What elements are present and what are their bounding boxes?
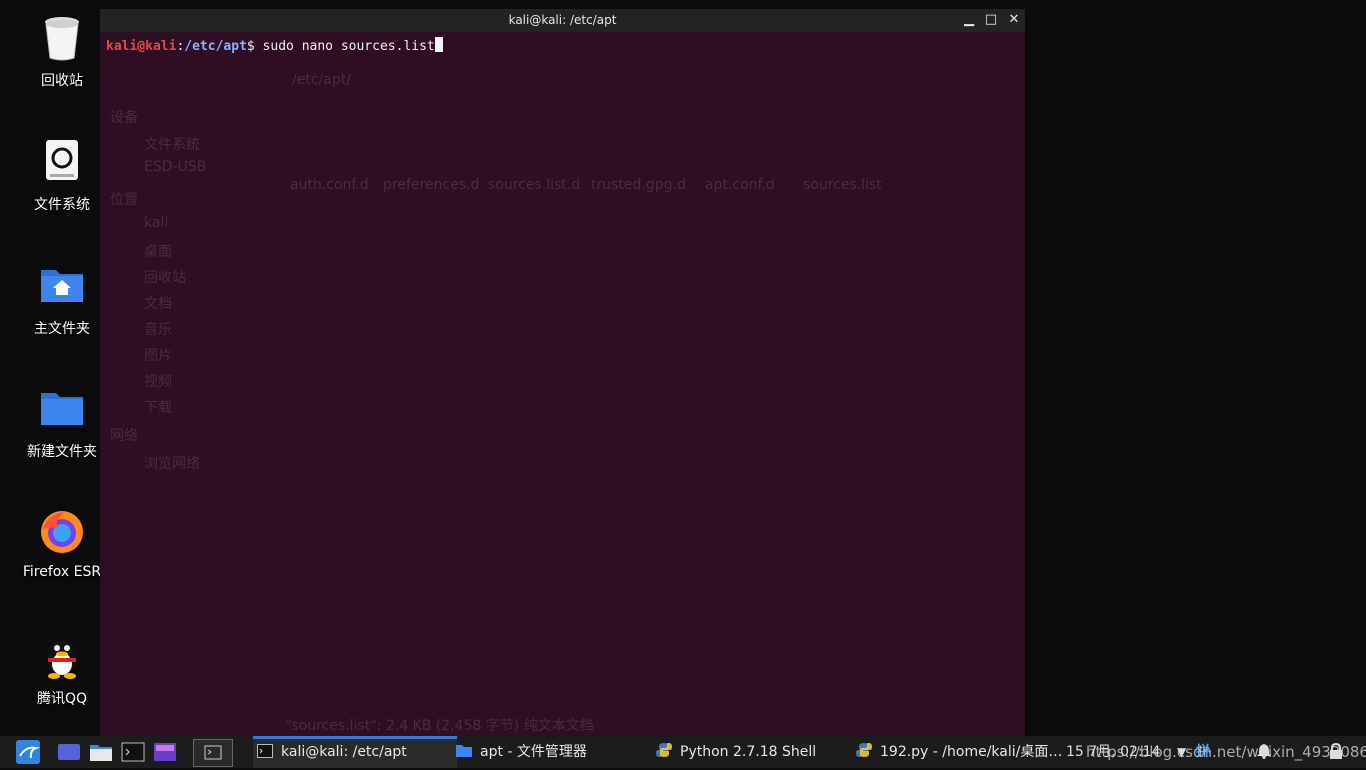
ghost-file: preferences.d — [383, 177, 480, 193]
folder-icon — [38, 385, 86, 433]
task-label: apt - 文件管理器 — [480, 744, 587, 760]
clock[interactable]: 15 7月, 02:14 — [1066, 736, 1160, 768]
prompt-symbol: $ — [246, 39, 255, 54]
terminal-titlebar[interactable]: kali@kali: /etc/apt ▁ □ ✕ — [100, 9, 1025, 32]
desktop-icon-new-folder[interactable]: 新建文件夹 — [14, 385, 110, 461]
filesystem-icon — [38, 138, 86, 186]
desktop-icon-label: 主文件夹 — [34, 321, 90, 337]
maximize-button[interactable]: □ — [982, 11, 1000, 29]
lock-icon[interactable] — [1328, 736, 1344, 768]
python-icon — [656, 738, 672, 757]
desktop-icon-trash[interactable]: 回收站 — [14, 14, 110, 90]
task-python-editor[interactable]: 192.py - /home/kali/桌面… — [856, 736, 1062, 768]
ghost-sidebar-item: 浏览网络 — [144, 456, 200, 472]
trash-icon — [38, 14, 86, 62]
ghost-sidebar-item: 音乐 — [144, 322, 172, 338]
ghost-sidebar-item: 回收站 — [144, 270, 186, 286]
kali-menu-icon[interactable] — [16, 740, 40, 764]
ghost-file: sources.list.d — [488, 177, 581, 193]
show-desktop-icon[interactable] — [57, 740, 81, 764]
terminal-launcher-icon[interactable] — [121, 740, 145, 764]
prompt-user: kali@kali — [106, 39, 177, 54]
desktop-icon-label: 回收站 — [41, 73, 83, 89]
ghost-sidebar-item: 设备 — [110, 110, 138, 126]
desktop-icon-home-folder[interactable]: 主文件夹 — [14, 262, 110, 338]
input-method-indicator[interactable]: 拼 — [1196, 736, 1210, 768]
ghost-sidebar-item: ESD-USB — [144, 159, 207, 175]
prompt-path: /etc/apt — [184, 39, 247, 54]
file-manager-launcher-icon[interactable] — [89, 740, 113, 764]
ghost-sidebar-item: kali — [144, 215, 169, 231]
task-label: Python 2.7.18 Shell — [680, 744, 817, 760]
task-file-manager[interactable]: apt - 文件管理器 — [456, 736, 587, 768]
active-indicator — [253, 736, 457, 739]
desktop-icon-label: Firefox ESR — [22, 564, 102, 580]
ghost-status: "sources.list": 2.4 KB (2,458 字节) 纯文本文档 — [285, 718, 594, 734]
folder-icon — [456, 738, 472, 757]
workspace-switcher[interactable] — [193, 739, 233, 767]
ghost-file: apt.conf.d — [705, 177, 775, 193]
qq-icon — [38, 632, 86, 680]
taskbar: kali@kali: /etc/apt apt - 文件管理器 Python 2… — [0, 736, 1366, 768]
python-icon — [856, 738, 872, 757]
task-python-shell[interactable]: Python 2.7.18 Shell — [656, 736, 816, 768]
task-terminal[interactable]: kali@kali: /etc/apt — [253, 736, 457, 768]
chevron-down-icon[interactable]: ▼ — [1177, 736, 1186, 768]
command-text: sudo nano sources.list — [254, 39, 435, 54]
editor-launcher-icon[interactable] — [153, 740, 177, 764]
desktop-icon-label: 新建文件夹 — [27, 444, 97, 460]
notification-bell-icon[interactable] — [1256, 736, 1272, 768]
ghost-sidebar-item: 文档 — [144, 296, 172, 312]
close-button[interactable]: ✕ — [1005, 11, 1023, 29]
ghost-sidebar-item: 文件系统 — [144, 137, 200, 153]
ghost-sidebar-item: 视频 — [144, 374, 172, 390]
ghost-sidebar-item: 桌面 — [144, 244, 172, 260]
terminal-window[interactable]: kali@kali: /etc/apt ▁ □ ✕ /etc/apt/ 设备 文… — [100, 9, 1025, 736]
terminal-content[interactable]: kali@kali:/etc/apt$ sudo nano sources.li… — [106, 37, 443, 54]
minimize-button[interactable]: ▁ — [960, 11, 978, 29]
desktop-icon-filesystem[interactable]: 文件系统 — [14, 138, 110, 214]
task-label: 192.py - /home/kali/桌面… — [880, 744, 1063, 760]
text-cursor — [434, 37, 443, 52]
ghost-file: auth.conf.d — [290, 177, 369, 193]
desktop-icon-qq[interactable]: 腾讯QQ — [14, 632, 110, 708]
ghost-sidebar-item: 图片 — [144, 348, 172, 364]
ghost-sidebar-item: 位置 — [110, 192, 138, 208]
ghost-file: sources.list — [803, 177, 882, 193]
desktop-icon-firefox[interactable]: Firefox ESR — [14, 508, 110, 580]
ghost-file: trusted.gpg.d — [591, 177, 686, 193]
home-folder-icon — [38, 262, 86, 310]
firefox-icon — [38, 508, 86, 556]
ghost-sidebar-item: 下载 — [144, 400, 172, 416]
desktop-icon-label: 腾讯QQ — [36, 691, 88, 707]
window-title: kali@kali: /etc/apt — [508, 13, 617, 27]
desktop-icon-label: 文件系统 — [34, 197, 90, 213]
ghost-path: /etc/apt/ — [292, 72, 351, 88]
ghost-sidebar-item: 网络 — [110, 428, 138, 444]
task-label: kali@kali: /etc/apt — [281, 744, 407, 760]
terminal-icon — [257, 738, 273, 758]
